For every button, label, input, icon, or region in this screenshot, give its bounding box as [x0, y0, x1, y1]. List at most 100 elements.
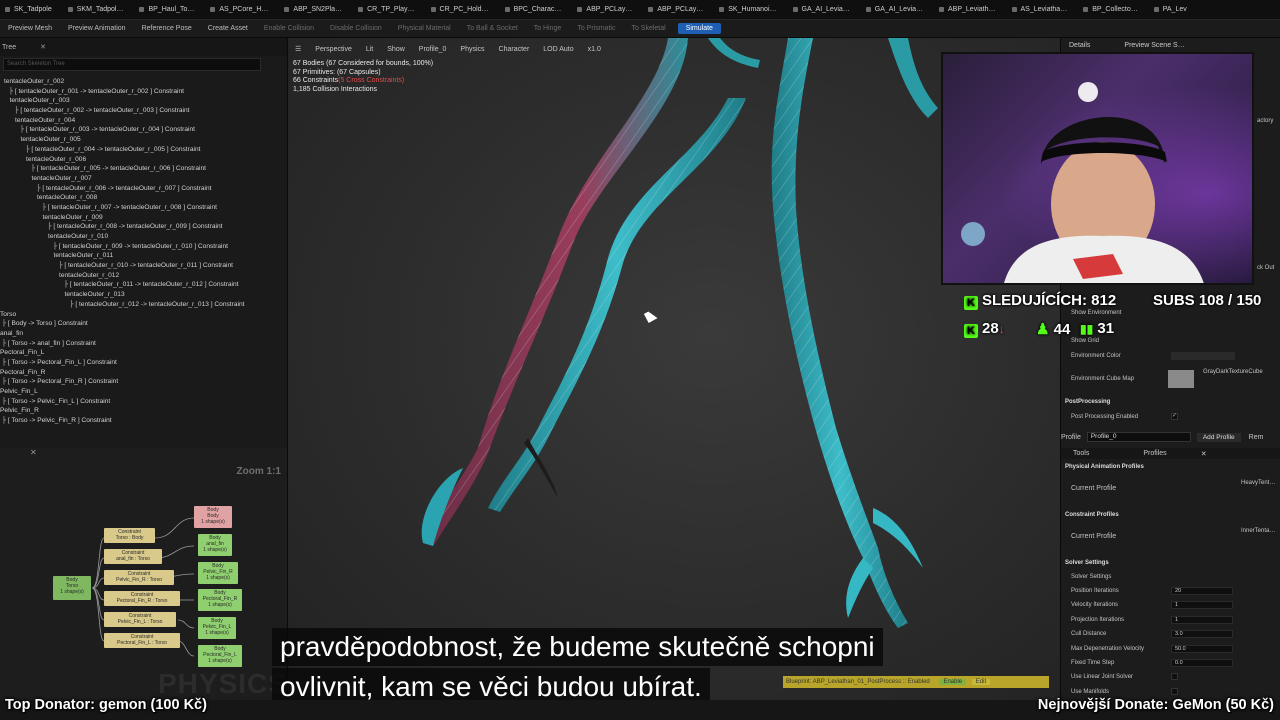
tree-bone-row[interactable]: tentacleOuter_r_007 — [0, 174, 287, 184]
post-processing-checkbox[interactable]: ✓ — [1171, 413, 1178, 420]
asset-tab[interactable]: SK_Humanoi… — [714, 0, 787, 19]
tree-constraint-row[interactable]: [ tentacleOuter_r_003 -> tentacleOuter_r… — [0, 125, 287, 135]
tree-constraint-row[interactable]: [ tentacleOuter_r_007 -> tentacleOuter_r… — [0, 203, 287, 213]
tree-bone-row[interactable]: Pectoral_Fin_L — [0, 348, 287, 358]
tree-bone-row[interactable]: tentacleOuter_r_010 — [0, 232, 287, 242]
tree-search-input[interactable]: Search Skeleton Tree — [3, 58, 261, 71]
tree-constraint-row[interactable]: [ tentacleOuter_r_009 -> tentacleOuter_r… — [0, 242, 287, 252]
profile-select[interactable]: Profile_0 — [1086, 432, 1191, 442]
solver-setting-input[interactable]: 50.0 — [1171, 644, 1233, 653]
tree-bone-row[interactable]: tentacleOuter_r_013 — [0, 290, 287, 300]
tree-bone-row[interactable]: tentacleOuter_r_006 — [0, 155, 287, 165]
asset-tab[interactable]: GA_AI_Levia… — [861, 0, 934, 19]
graph-node-constraint[interactable]: Constraint anal_fin : Torso — [104, 549, 162, 564]
simulate-button[interactable]: Simulate — [677, 23, 721, 34]
solver-setting-checkbox[interactable] — [1171, 687, 1178, 695]
tree-bone-row[interactable]: tentacleOuter_r_009 — [0, 213, 287, 223]
tree-constraint-row[interactable]: [ tentacleOuter_r_010 -> tentacleOuter_r… — [0, 261, 287, 271]
remove-profile-button[interactable]: Rem — [1249, 434, 1264, 441]
asset-tab[interactable]: SKM_Tadpol… — [63, 0, 135, 19]
tree-constraint-row[interactable]: [ Torso -> anal_fin ] Constraint — [0, 339, 287, 349]
solver-setting-input[interactable]: 0.0 — [1171, 659, 1233, 667]
graph-node-constraint[interactable]: Constraint Pelvic_Fin_L : Torso — [104, 612, 176, 627]
tree-bone-row[interactable]: tentacleOuter_r_011 — [0, 251, 287, 261]
tree-bone-row[interactable]: Pelvic_Fin_L — [0, 387, 287, 397]
graph-node-body[interactable]: Body Pelvic_Fin_L 1 shape(s) — [198, 617, 236, 639]
asset-tab[interactable]: PA_Lev — [1149, 0, 1198, 19]
asset-tab[interactable]: CR_PC_Hold… — [426, 0, 500, 19]
enable-collision-button[interactable]: Enable Collision — [256, 25, 322, 32]
tree-bone-row[interactable]: tentacleOuter_r_002 — [0, 77, 287, 87]
graph-node-torso[interactable]: Body Torso 1 shape(s) — [53, 576, 91, 600]
solver-settings-section[interactable]: Solver Settings — [1065, 560, 1109, 566]
close-icon[interactable]: ✕ — [1189, 450, 1219, 458]
tree-bone-row[interactable]: tentacleOuter_r_004 — [0, 116, 287, 126]
reference-pose-button[interactable]: Reference Pose — [134, 25, 200, 32]
graph-node-body[interactable]: Body Pelvic_Fin_R 1 shape(s) — [198, 562, 238, 584]
tree-constraint-row[interactable]: [ tentacleOuter_r_008 -> tentacleOuter_r… — [0, 222, 287, 232]
asset-tab[interactable]: CR_TP_Play… — [353, 0, 425, 19]
add-profile-button[interactable]: Add Profile — [1196, 432, 1241, 442]
graph-node-body[interactable]: Body anal_fin 1 shape(s) — [198, 534, 232, 556]
solver-settings-subsection[interactable]: Solver Settings — [1071, 574, 1111, 580]
tree-constraint-row[interactable]: [ Body -> Torso ] Constraint — [0, 319, 287, 329]
profiles-tab[interactable]: Profiles — [1131, 450, 1178, 457]
cube-map-thumbnail[interactable] — [1168, 370, 1194, 388]
asset-tab[interactable]: ABP_PCLay… — [643, 0, 714, 19]
solver-setting-input[interactable]: 1 — [1171, 601, 1233, 610]
disable-collision-button[interactable]: Disable Collision — [322, 25, 390, 32]
tree-bone-row[interactable]: tentacleOuter_r_003 — [0, 96, 287, 106]
preview-animation-button[interactable]: Preview Animation — [60, 25, 134, 32]
to-hinge-button[interactable]: To Hinge — [526, 25, 570, 32]
tree-bone-row[interactable]: tentacleOuter_r_008 — [0, 193, 287, 203]
physical-material-button[interactable]: Physical Material — [390, 25, 459, 32]
solver-setting-input[interactable]: 1 — [1171, 615, 1233, 624]
graph-node-constraint[interactable]: Constraint Pectoral_Fin_L : Torso — [104, 633, 180, 648]
to-ball-socket-button[interactable]: To Ball & Socket — [459, 25, 526, 32]
post-processing-section[interactable]: PostProcessing — [1065, 399, 1110, 405]
constraint-profiles-section[interactable]: Constraint Profiles — [1065, 512, 1119, 518]
tree-bone-row[interactable]: anal_fin — [0, 329, 287, 339]
graph-node-body[interactable]: Body Body 1 shape(s) — [194, 506, 232, 528]
solver-setting-checkbox[interactable] — [1171, 673, 1178, 681]
tree-constraint-row[interactable]: [ tentacleOuter_r_012 -> tentacleOuter_r… — [0, 300, 287, 310]
close-icon[interactable]: ✕ — [40, 43, 46, 51]
preview-scene-tab[interactable]: Preview Scene S… — [1116, 42, 1192, 49]
tree-constraint-row[interactable]: [ Torso -> Pelvic_Fin_L ] Constraint — [0, 397, 287, 407]
edit-button[interactable]: Edit — [971, 679, 991, 685]
asset-tab[interactable]: SK_Tadpole — [0, 0, 63, 19]
details-tab[interactable]: Details — [1061, 42, 1098, 49]
graph-node-body[interactable]: Body Pectoral_Fin_R 1 shape(s) — [198, 589, 242, 611]
graph-node-constraint[interactable]: Constraint Torso : Body — [104, 528, 155, 543]
asset-tab[interactable]: BP_Collecto… — [1078, 0, 1149, 19]
tree-bone-row[interactable]: tentacleOuter_r_012 — [0, 271, 287, 281]
tools-tab[interactable]: Tools — [1061, 450, 1101, 457]
environment-color-swatch[interactable] — [1171, 352, 1235, 360]
tree-bone-row[interactable]: tentacleOuter_r_005 — [0, 135, 287, 145]
create-asset-button[interactable]: Create Asset — [200, 25, 256, 32]
tree-constraint-row[interactable]: [ tentacleOuter_r_005 -> tentacleOuter_r… — [0, 164, 287, 174]
asset-tab[interactable]: ABP_SN2Pla… — [279, 0, 353, 19]
graph-node-body[interactable]: Body Pectoral_Fin_L 1 shape(s) — [198, 645, 242, 667]
asset-tab[interactable]: AS_PCore_H… — [205, 0, 279, 19]
tree-constraint-row[interactable]: [ tentacleOuter_r_002 -> tentacleOuter_r… — [0, 106, 287, 116]
solver-setting-input[interactable]: 3.0 — [1171, 630, 1233, 639]
tree-constraint-row[interactable]: [ tentacleOuter_r_001 -> tentacleOuter_r… — [0, 87, 287, 97]
physical-animation-profiles-section[interactable]: Physical Animation Profiles — [1065, 464, 1144, 470]
asset-tab[interactable]: AS_Leviatha… — [1007, 0, 1079, 19]
graph-node-constraint[interactable]: Constraint Pelvic_Fin_R : Torso — [104, 570, 174, 585]
tree-constraint-row[interactable]: [ tentacleOuter_r_011 -> tentacleOuter_r… — [0, 280, 287, 290]
asset-tab[interactable]: BPC_Charac… — [500, 0, 573, 19]
asset-tab[interactable]: BP_Haul_To… — [134, 0, 205, 19]
tree-bone-row[interactable]: Pelvic_Fin_R — [0, 406, 287, 416]
to-skeletal-button[interactable]: To Skeletal — [623, 25, 673, 32]
graph-node-constraint[interactable]: Constraint Pectoral_Fin_R : Torso — [104, 591, 180, 606]
to-prismatic-button[interactable]: To Prismatic — [569, 25, 623, 32]
tree-constraint-row[interactable]: [ tentacleOuter_r_006 -> tentacleOuter_r… — [0, 184, 287, 194]
tree-constraint-row[interactable]: [ tentacleOuter_r_004 -> tentacleOuter_r… — [0, 145, 287, 155]
asset-tab[interactable]: GA_AI_Levia… — [788, 0, 861, 19]
asset-tab[interactable]: ABP_Leviath… — [934, 0, 1006, 19]
tree-bone-row[interactable]: Pectoral_Fin_R — [0, 368, 287, 378]
tree-constraint-row[interactable]: [ Torso -> Pectoral_Fin_R ] Constraint — [0, 377, 287, 387]
asset-tab[interactable]: ABP_PCLay… — [572, 0, 643, 19]
